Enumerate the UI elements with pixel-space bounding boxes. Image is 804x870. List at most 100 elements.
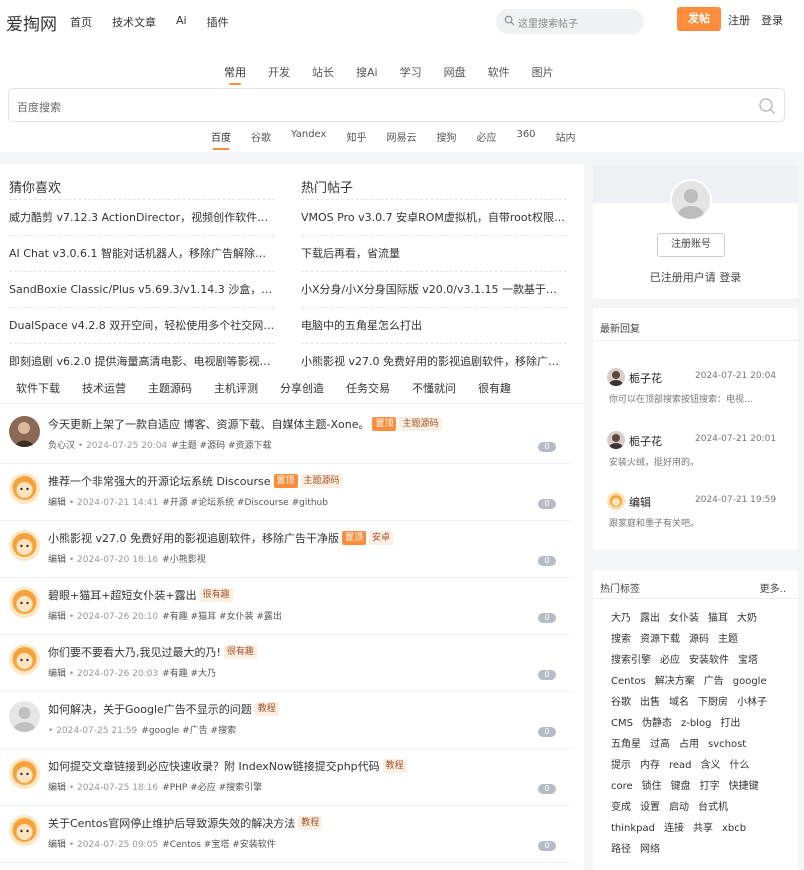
new-post-button[interactable]: 发帖 (677, 7, 721, 31)
tag-link[interactable]: read (669, 759, 692, 773)
post-author[interactable]: 编辑 (48, 669, 66, 679)
tag-link[interactable]: svchost (708, 738, 746, 752)
post-row[interactable]: 关于Centos官网停止维护后导致源失效的解决方法 教程 编辑 • 2024-07… (0, 806, 572, 863)
post-tags[interactable]: #小熊影视 (162, 555, 206, 565)
tag-link[interactable]: 必应 (660, 654, 680, 668)
category-tab[interactable]: 很有趣 (478, 380, 511, 396)
category-tab[interactable]: 主题源码 (148, 380, 192, 396)
tag-link[interactable]: 出售 (640, 696, 660, 710)
engine-zhihu[interactable]: 知乎 (346, 129, 366, 144)
category-badge[interactable]: 主题源码 (300, 474, 343, 488)
tag-link[interactable]: 设置 (640, 801, 660, 815)
tag-link[interactable]: 连接 (664, 822, 684, 836)
post-title[interactable]: 如何解决，关于Google广告不显示的问题 (48, 701, 252, 717)
register-account-button[interactable]: 注册账号 (657, 233, 725, 257)
tag-link[interactable]: 下厨房 (698, 696, 728, 710)
tag-link[interactable]: 过高 (650, 738, 670, 752)
tab-images[interactable]: 图片 (532, 64, 554, 80)
post-row[interactable]: 小熊影视 v27.0 免费好用的影视追剧软件，移除广告干净版 置顶 安卓 编辑 • … (0, 521, 572, 578)
post-title[interactable]: 小熊影视 v27.0 免费好用的影视追剧软件，移除广告干净版 (48, 530, 339, 546)
guess-item[interactable]: 威力酷剪 v7.12.3 ActionDirector，视频创作软件，… (9, 199, 275, 235)
post-author[interactable]: 编辑 (48, 612, 66, 622)
tag-link[interactable]: 大乃 (611, 612, 631, 626)
engine-site[interactable]: 站内 (556, 129, 576, 144)
tag-link[interactable]: 路径 (611, 843, 631, 857)
nav-articles[interactable]: 技术文章 (112, 14, 156, 30)
post-title[interactable]: 碧眼+猫耳+超短女仆装+露出 (48, 587, 197, 603)
tab-common[interactable]: 常用 (224, 64, 246, 85)
tag-link[interactable]: 内存 (640, 759, 660, 773)
category-tab[interactable]: 技术运营 (82, 380, 126, 396)
post-title[interactable]: 你们要不要看大乃,我见过最大的乃! (48, 644, 221, 660)
post-author[interactable]: 编辑 (48, 840, 66, 850)
avatar[interactable] (9, 815, 40, 846)
engine-baidu[interactable]: 百度 (211, 129, 231, 150)
category-badge[interactable]: 安卓 (369, 531, 394, 545)
tag-link[interactable]: 锁住 (642, 780, 662, 794)
engine-360[interactable]: 360 (516, 129, 535, 144)
post-title[interactable]: 如何提交文章链接到必应快速收录？附 IndexNow链接提交php代码 (48, 758, 380, 774)
category-tab[interactable]: 任务交易 (346, 380, 390, 396)
post-author[interactable]: 编辑 (48, 783, 66, 793)
tag-link[interactable]: 台式机 (698, 801, 728, 815)
hot-item[interactable]: 电脑中的五角星怎么打出 (301, 307, 567, 343)
post-author[interactable]: 编辑 (48, 555, 66, 565)
tag-link[interactable]: xbcb (722, 822, 746, 836)
tag-link[interactable]: 主题 (718, 633, 738, 647)
avatar[interactable] (9, 758, 40, 789)
site-logo[interactable]: 爱掏网 (6, 10, 57, 35)
hot-item[interactable]: VMOS Pro v3.0.7 安卓ROM虚拟机，自带root权限，… (301, 199, 567, 235)
category-tab[interactable]: 不懂就问 (412, 380, 456, 396)
reply-item[interactable]: 编辑 2024-07-21 19:59 跟家庭和墨子有关吧。 (593, 492, 798, 562)
tag-link[interactable]: 小林子 (737, 696, 767, 710)
post-row[interactable]: 今天更新上架了一款自适应 博客、资源下载、自媒体主题-Xone。 置顶 主题源码 负… (0, 407, 572, 464)
tag-link[interactable]: 女仆装 (669, 612, 699, 626)
post-search-input[interactable]: 这里搜索帖子 (496, 9, 644, 34)
avatar[interactable] (9, 416, 40, 447)
tag-link[interactable]: Centos (611, 675, 646, 689)
tag-link[interactable]: 共享 (693, 822, 713, 836)
avatar[interactable] (9, 587, 40, 618)
guess-item[interactable]: 即刻追剧 v6.2.0 提供海量高清电影、电视剧等影视，… (9, 343, 275, 379)
tag-link[interactable]: 猫耳 (708, 612, 728, 626)
category-badge[interactable]: 很有趣 (223, 645, 257, 659)
reply-author[interactable]: 编辑 (629, 494, 651, 510)
tag-link[interactable]: 五角星 (611, 738, 641, 752)
engine-yandex[interactable]: Yandex (291, 129, 326, 144)
tag-link[interactable]: CMS (611, 717, 633, 731)
nav-ai[interactable]: Ai (176, 14, 187, 30)
engine-google[interactable]: 谷歌 (251, 129, 271, 144)
category-badge[interactable]: 教程 (382, 759, 407, 773)
post-author[interactable]: 编辑 (48, 498, 66, 508)
tag-link[interactable]: 占用 (679, 738, 699, 752)
post-tags[interactable]: #PHP #必应 #搜索引擎 (162, 783, 262, 793)
category-tab[interactable]: 软件下载 (16, 380, 60, 396)
tag-link[interactable]: z-blog (681, 717, 711, 731)
tag-link[interactable]: google (733, 675, 767, 689)
tag-link[interactable]: 安装软件 (689, 654, 729, 668)
tab-learning[interactable]: 学习 (400, 64, 422, 80)
guess-item[interactable]: AI Chat v3.0.6.1 智能对话机器人，移除广告解除高级版 (9, 235, 275, 271)
tab-ai-search[interactable]: 搜Ai (356, 64, 378, 80)
post-author[interactable]: 负心汉 (48, 441, 75, 451)
tab-netdisk[interactable]: 网盘 (444, 64, 466, 80)
tag-link[interactable]: 宝塔 (738, 654, 758, 668)
post-row[interactable]: 如何解决，关于Google广告不显示的问题 教程 • 2024-07-25 21:… (0, 692, 572, 749)
reply-content[interactable]: 安装火绒，挺好用的。 (609, 455, 774, 468)
post-row[interactable]: 碧眼+猫耳+超短女仆装+露出 很有趣 编辑 • 2024-07-26 20:10 #… (0, 578, 572, 635)
tag-link[interactable]: 资源下载 (640, 633, 680, 647)
post-title[interactable]: 今天更新上架了一款自适应 博客、资源下载、自媒体主题-Xone。 (48, 416, 369, 432)
tag-link[interactable]: 什么 (730, 759, 750, 773)
tag-link[interactable]: 伪静态 (642, 717, 672, 731)
post-tags[interactable]: #google #广告 #搜索 (141, 726, 236, 736)
avatar[interactable] (9, 530, 40, 561)
category-tab[interactable]: 分享创造 (280, 380, 324, 396)
tag-link[interactable]: core (611, 780, 633, 794)
hot-item[interactable]: 小熊影视 v27.0 免费好用的影视追剧软件，移除广告… (301, 343, 567, 379)
category-tab[interactable]: 主机评测 (214, 380, 258, 396)
tag-link[interactable]: 搜索 (611, 633, 631, 647)
tag-link[interactable]: 广告 (704, 675, 724, 689)
post-tags[interactable]: #有趣 #大乃 (162, 669, 216, 679)
tag-link[interactable]: thinkpad (611, 822, 655, 836)
engine-bing[interactable]: 必应 (476, 129, 496, 144)
